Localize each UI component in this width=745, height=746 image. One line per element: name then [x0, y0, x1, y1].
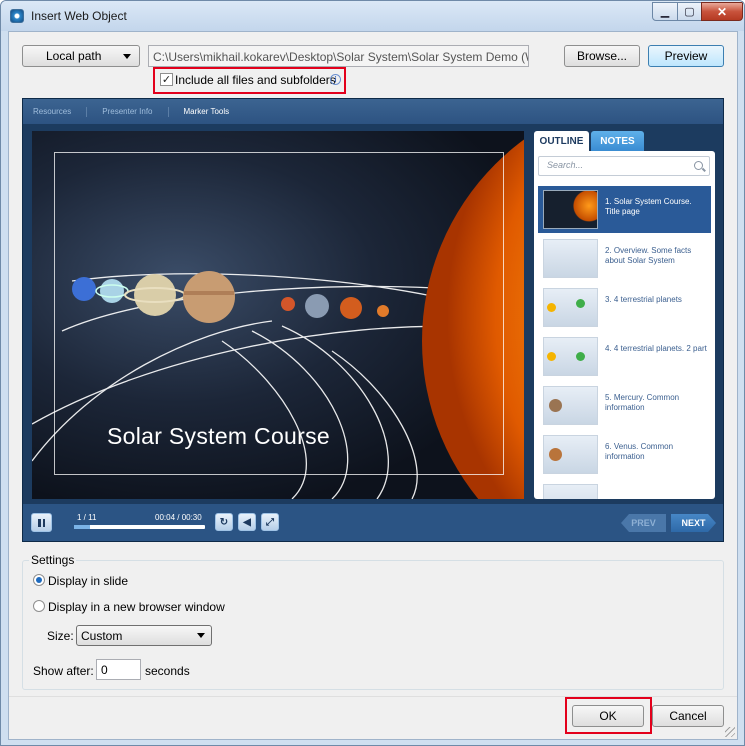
slide-title: Solar System Course — [107, 423, 330, 449]
window-title: Insert Web Object — [31, 9, 127, 23]
search-placeholder: Search... — [547, 160, 584, 170]
outline-item-label: 4. 4 terrestrial planets. 2 part — [605, 344, 707, 353]
seconds-label: seconds — [145, 664, 190, 678]
ok-button[interactable]: OK — [572, 705, 644, 727]
slide-thumbnail — [543, 435, 598, 474]
outline-item-label: 2. Overview. Some facts about Solar Syst… — [605, 246, 692, 265]
title-bar: Insert Web Object ▁ ▢ ✕ — [1, 1, 744, 31]
prev-button[interactable]: PREV — [621, 514, 666, 532]
playback-time: 00:04 / 00:30 — [155, 513, 202, 522]
web-object-preview: Resources Presenter Info Marker Tools So… — [22, 98, 724, 542]
outline-item-label: 5. Mercury. Common information — [605, 393, 680, 412]
maximize-button[interactable]: ▢ — [677, 2, 702, 21]
minimize-button[interactable]: ▁ — [652, 2, 678, 21]
search-icon — [694, 161, 703, 170]
chevron-down-icon — [123, 54, 131, 59]
outline-item-4[interactable]: 4. 4 terrestrial planets. 2 part — [538, 333, 711, 380]
slide-thumbnail — [543, 190, 598, 229]
source-type-label: Local path — [46, 49, 102, 63]
display-in-window-radio[interactable] — [33, 600, 45, 612]
seek-bar[interactable] — [74, 525, 205, 529]
outline-item-label: 3. 4 terrestrial planets — [605, 295, 682, 304]
show-after-label: Show after: — [33, 664, 94, 678]
replay-button[interactable]: ↻ — [215, 513, 233, 531]
outline-item-label: 6. Venus. Common information — [605, 442, 674, 461]
dialog-body: Local path C:\Users\mikhail.kokarev\Desk… — [8, 31, 738, 740]
fullscreen-button[interactable]: ⤢ — [261, 513, 279, 531]
pause-button[interactable] — [31, 513, 52, 532]
path-field[interactable]: C:\Users\mikhail.kokarev\Desktop\Solar S… — [148, 45, 529, 67]
slide-thumbnail — [543, 484, 598, 499]
pause-icon — [38, 518, 41, 527]
outline-item-2[interactable]: 2. Overview. Some facts about Solar Syst… — [538, 235, 711, 282]
nav-resources[interactable]: Resources — [33, 106, 88, 117]
volume-button[interactable]: ◀ — [238, 513, 256, 531]
tab-notes[interactable]: NOTES — [591, 131, 644, 151]
slide-counter: 1 / 11 — [77, 513, 97, 522]
cancel-button[interactable]: Cancel — [652, 705, 724, 727]
nav-presenter-info[interactable]: Presenter Info — [102, 106, 169, 117]
close-button[interactable]: ✕ — [701, 2, 743, 21]
size-dropdown[interactable]: Custom — [76, 625, 212, 646]
show-after-input[interactable]: 0 — [96, 659, 141, 680]
player-top-nav: Resources Presenter Info Marker Tools — [23, 99, 723, 124]
seek-bar-fill — [74, 525, 90, 529]
slide-thumbnail — [543, 386, 598, 425]
include-subfolders-label[interactable]: Include all files and subfolders — [175, 73, 336, 87]
browse-button[interactable]: Browse... — [564, 45, 640, 67]
include-subfolders-checkbox[interactable]: ✓ — [160, 73, 173, 86]
outline-panel: Search... 1. Solar System Course. Title … — [534, 151, 715, 499]
close-icon: ✕ — [716, 4, 728, 19]
player-controls: 1 / 11 00:04 / 00:30 ↻ ◀ ⤢ PREV NEXT — [23, 504, 723, 541]
outline-item-1[interactable]: 1. Solar System Course. Title page — [538, 186, 711, 233]
outline-item-5[interactable]: 5. Mercury. Common information — [538, 382, 711, 429]
nav-marker-tools[interactable]: Marker Tools — [184, 107, 245, 117]
tab-outline[interactable]: OUTLINE — [534, 131, 589, 151]
display-in-slide-radio[interactable] — [33, 574, 45, 586]
fullscreen-icon: ⤢ — [266, 516, 274, 528]
slide-thumbnail — [543, 239, 598, 278]
volume-icon: ◀ — [243, 516, 251, 528]
size-value: Custom — [81, 629, 123, 643]
settings-legend: Settings — [29, 553, 77, 567]
preview-button[interactable]: Preview — [648, 45, 724, 67]
size-label: Size: — [47, 629, 74, 643]
insert-web-object-dialog: Insert Web Object ▁ ▢ ✕ Local path C:\Us… — [0, 0, 745, 746]
outline-search-input[interactable]: Search... — [538, 156, 710, 176]
next-button[interactable]: NEXT — [671, 514, 716, 532]
maximize-icon: ▢ — [684, 6, 695, 18]
display-in-window-label[interactable]: Display in a new browser window — [48, 600, 225, 614]
resize-grip-icon[interactable] — [725, 727, 735, 737]
outline-item-label: 1. Solar System Course. Title page — [605, 197, 692, 216]
player-sidebar: OUTLINE NOTES Search... 1. Solar System … — [534, 131, 715, 499]
app-icon — [10, 9, 24, 23]
outline-item-7[interactable] — [538, 480, 711, 499]
source-type-dropdown[interactable]: Local path — [22, 45, 140, 67]
outline-item-6[interactable]: 6. Venus. Common information — [538, 431, 711, 478]
info-icon[interactable]: i — [330, 74, 341, 85]
slide-canvas: Solar System Course — [32, 131, 524, 499]
minimize-icon: ▁ — [660, 6, 670, 18]
display-in-slide-label[interactable]: Display in slide — [48, 574, 128, 588]
replay-icon: ↻ — [219, 516, 229, 528]
slide-thumbnail — [543, 288, 598, 327]
chevron-down-icon — [197, 633, 205, 638]
outline-item-3[interactable]: 3. 4 terrestrial planets — [538, 284, 711, 331]
slide-thumbnail — [543, 337, 598, 376]
